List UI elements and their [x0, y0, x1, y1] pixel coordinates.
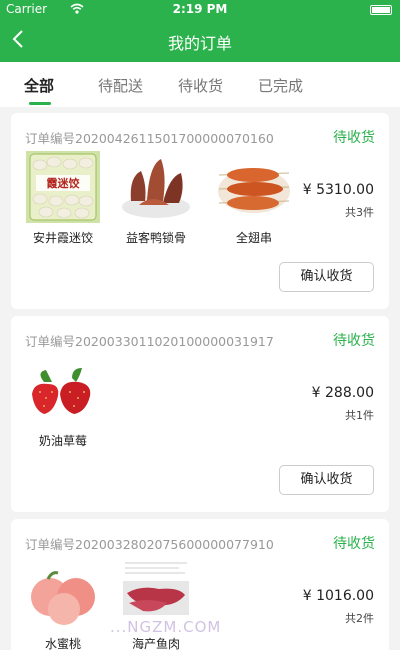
order-total-price: ¥ 288.00 [311, 385, 374, 401]
order-status: 待收货 [333, 536, 375, 552]
tab-completed[interactable]: 已完成 [258, 75, 303, 96]
order-tabs: 全部 待配送 待收货 已完成 [0, 62, 400, 107]
order-number: 订单编号2020033011020100000031917 [25, 334, 274, 349]
strawberry-image [26, 354, 100, 426]
order-card[interactable]: 订单编号2020033011020100000031917 待收货 奶油草莓 ¥… [11, 316, 389, 512]
product-name: 海产鱼肉 [131, 637, 180, 650]
product-name: 水蜜桃 [44, 637, 81, 650]
order-status: 待收货 [333, 333, 375, 349]
battery-icon [370, 5, 392, 15]
chicken-wing-skewer-image [217, 151, 291, 223]
svg-text:霞迷饺: 霞迷饺 [47, 176, 81, 190]
product-name: 全翅串 [235, 231, 272, 245]
order-item-count: 共3件 [345, 206, 374, 219]
order-total-price: ¥ 5310.00 [302, 182, 374, 198]
order-item-count: 共2件 [345, 612, 374, 625]
confirm-receipt-button[interactable]: 确认收货 [279, 262, 374, 292]
product-item[interactable]: 奶油草莓 [24, 354, 102, 449]
peach-image [26, 557, 100, 629]
product-name: 益客鸭锁骨 [125, 231, 186, 245]
order-status: 待收货 [333, 130, 375, 146]
order-item-count: 共1件 [345, 409, 374, 422]
tab-pending-receipt[interactable]: 待收货 [178, 75, 223, 96]
product-name: 安井霞迷饺 [32, 231, 93, 245]
product-name: 奶油草莓 [38, 434, 87, 448]
duck-neck-image [119, 151, 193, 223]
status-bar: Carrier 2:19 PM [0, 0, 400, 20]
product-item[interactable]: 全翅串 [215, 151, 293, 246]
active-tab-indicator [29, 102, 51, 105]
clock-time: 2:19 PM [172, 2, 228, 16]
order-card[interactable]: 订单编号2020042611501700000070160 待收货 霞迷饺 安井… [11, 113, 389, 309]
dumpling-bag-image: 霞迷饺 [26, 151, 100, 223]
confirm-receipt-button[interactable]: 确认收货 [279, 465, 374, 495]
page-title: 我的订单 [167, 34, 232, 53]
order-number: 订单编号2020042611501700000070160 [25, 131, 274, 146]
product-item[interactable]: 霞迷饺 安井霞迷饺 [24, 151, 102, 246]
tab-all[interactable]: 全部 [24, 75, 54, 96]
product-item[interactable]: 海产鱼肉 [117, 557, 195, 650]
product-item[interactable]: 益客鸭锁骨 [117, 151, 195, 246]
order-total-price: ¥ 1016.00 [302, 588, 374, 604]
tab-pending-delivery[interactable]: 待配送 [98, 75, 143, 96]
watermark: ...NGZM.COM [110, 618, 222, 636]
header-bar: Carrier 2:19 PM 我的订单 [0, 0, 400, 62]
order-number: 订单编号2020032802075600000077910 [25, 537, 274, 552]
product-item[interactable]: 水蜜桃 [24, 557, 102, 650]
